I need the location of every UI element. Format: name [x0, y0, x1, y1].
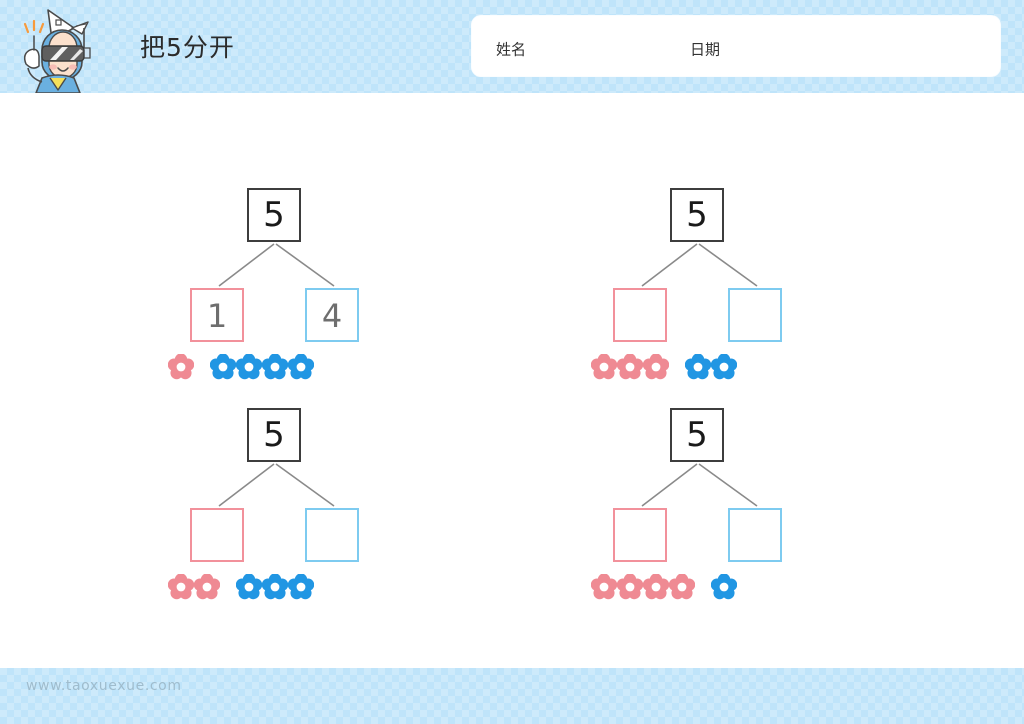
number-bond-problem: 5	[573, 188, 833, 388]
whole-number-box: 5	[670, 408, 724, 462]
flower-icon-red	[669, 574, 695, 600]
part-box-right[interactable]: 4	[305, 288, 359, 342]
whole-number-box: 5	[247, 408, 301, 462]
site-url: www.taoxuexue.com	[26, 678, 182, 694]
part-value-right	[730, 510, 780, 560]
flower-row	[573, 570, 833, 604]
flower-icon-blue	[685, 354, 711, 380]
red-flower-group	[591, 354, 669, 380]
flower-icon-blue	[210, 354, 236, 380]
bond-connectors	[150, 238, 410, 290]
bond-connectors	[573, 458, 833, 510]
part-box-left[interactable]	[613, 508, 667, 562]
flower-icon-blue	[711, 574, 737, 600]
part-value-left: 1	[206, 297, 228, 335]
flower-row	[573, 350, 833, 384]
number-bond-problem: 5 1 4	[150, 188, 410, 388]
flower-icon-red	[591, 354, 617, 380]
red-flower-group	[168, 574, 220, 600]
flower-icon-red	[168, 574, 194, 600]
name-date-box[interactable]: 姓名 日期	[472, 16, 1000, 76]
part-box-right[interactable]	[305, 508, 359, 562]
flower-row	[150, 570, 410, 604]
flower-icon-red	[168, 354, 194, 380]
part-value-left	[192, 510, 242, 560]
bond-connectors	[573, 238, 833, 290]
part-value-right	[730, 290, 780, 340]
worksheet-page: 把5分开 姓名 日期 5 1 4 5 5 5 www.taoxuexue.com	[0, 0, 1024, 724]
flower-icon-blue	[288, 354, 314, 380]
flower-icon-red	[643, 574, 669, 600]
blue-flower-group	[711, 574, 737, 600]
whole-number-value: 5	[263, 415, 285, 455]
page-title: 把5分开	[140, 33, 235, 62]
part-box-right[interactable]	[728, 508, 782, 562]
flower-icon-blue	[262, 354, 288, 380]
flower-icon-red	[617, 574, 643, 600]
name-label: 姓名	[496, 40, 527, 59]
flower-icon-red	[591, 574, 617, 600]
mascot-vr-character-icon	[12, 4, 104, 94]
flower-icon-blue	[236, 574, 262, 600]
part-box-right[interactable]	[728, 288, 782, 342]
flower-row	[150, 350, 410, 384]
whole-number-value: 5	[686, 195, 708, 235]
flower-icon-red	[617, 354, 643, 380]
whole-number-value: 5	[263, 195, 285, 235]
number-bond-problem: 5	[150, 408, 410, 608]
bond-connectors	[150, 458, 410, 510]
whole-number-box: 5	[247, 188, 301, 242]
part-box-left[interactable]: 1	[190, 288, 244, 342]
problems-grid: 5 1 4 5 5 5	[0, 93, 1024, 668]
blue-flower-group	[236, 574, 314, 600]
number-bond-problem: 5	[573, 408, 833, 608]
red-flower-group	[591, 574, 695, 600]
flower-icon-blue	[236, 354, 262, 380]
flower-icon-blue	[262, 574, 288, 600]
red-flower-group	[168, 354, 194, 380]
part-value-right: 4	[321, 297, 343, 335]
flower-icon-blue	[288, 574, 314, 600]
flower-icon-red	[643, 354, 669, 380]
date-label: 日期	[690, 40, 721, 59]
blue-flower-group	[210, 354, 314, 380]
part-box-left[interactable]	[190, 508, 244, 562]
part-value-left	[615, 290, 665, 340]
footer-band	[0, 668, 1024, 724]
part-value-left	[615, 510, 665, 560]
flower-icon-blue	[711, 354, 737, 380]
part-box-left[interactable]	[613, 288, 667, 342]
part-value-right	[307, 510, 357, 560]
flower-icon-red	[194, 574, 220, 600]
whole-number-box: 5	[670, 188, 724, 242]
whole-number-value: 5	[686, 415, 708, 455]
blue-flower-group	[685, 354, 737, 380]
